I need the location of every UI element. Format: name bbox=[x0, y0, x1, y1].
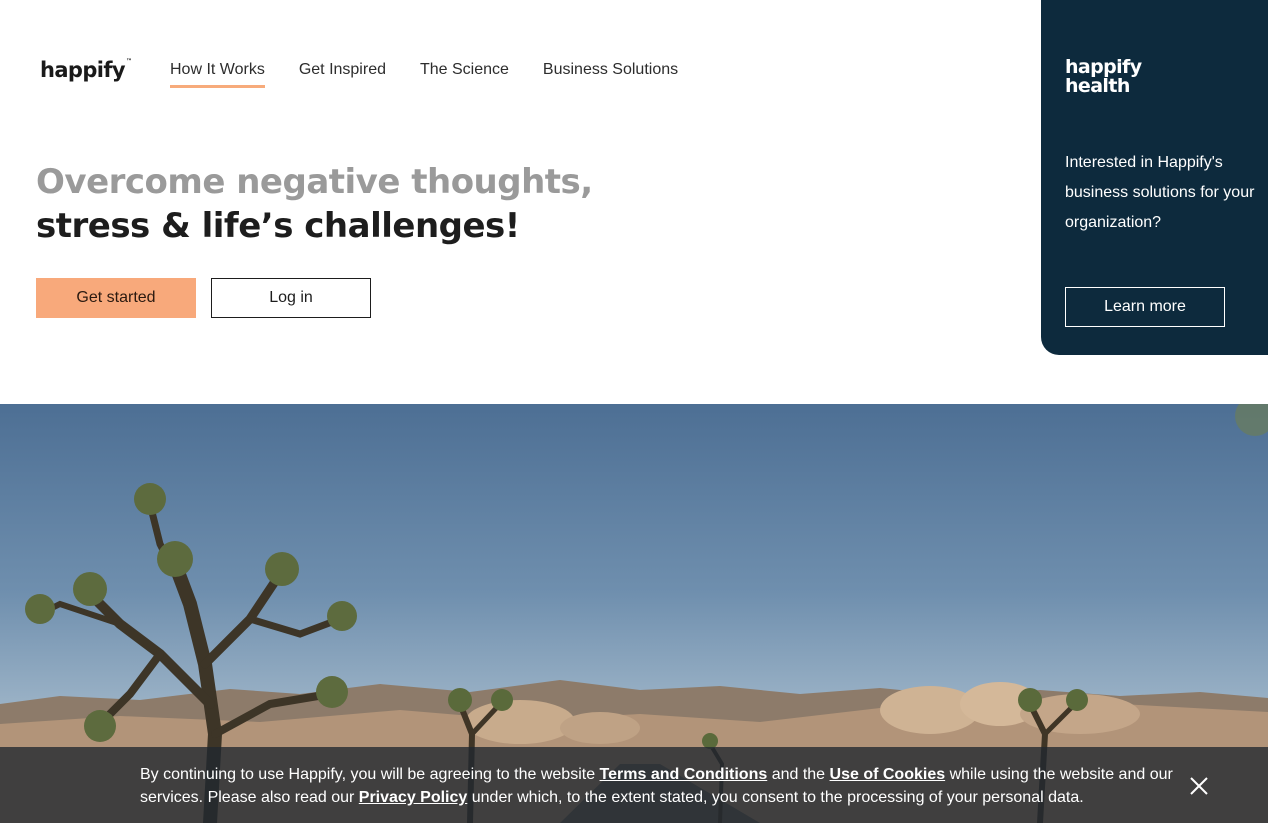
logo-text: happify bbox=[40, 58, 126, 82]
nav-get-inspired[interactable]: Get Inspired bbox=[299, 61, 386, 88]
nav-the-science[interactable]: The Science bbox=[420, 61, 509, 88]
close-icon[interactable] bbox=[1188, 775, 1210, 797]
terms-and-conditions-link[interactable]: Terms and Conditions bbox=[600, 766, 768, 783]
happify-logo[interactable]: happify™ bbox=[40, 58, 132, 82]
hero-title-line2: stress & life’s challenges! bbox=[36, 206, 520, 246]
learn-more-button[interactable]: Learn more bbox=[1065, 287, 1225, 327]
happify-health-logo[interactable]: happify health bbox=[1065, 58, 1142, 96]
business-panel: happify health Interested in Happify's b… bbox=[1041, 0, 1268, 355]
nav-how-it-works[interactable]: How It Works bbox=[170, 61, 265, 88]
get-started-button[interactable]: Get started bbox=[36, 278, 196, 318]
hero-title-line1: Overcome negative thoughts, bbox=[36, 162, 593, 202]
hero-title: Overcome negative thoughts, stress & lif… bbox=[36, 160, 593, 248]
use-of-cookies-link[interactable]: Use of Cookies bbox=[830, 766, 946, 783]
nav-business-solutions[interactable]: Business Solutions bbox=[543, 61, 678, 88]
cookie-banner-text: By continuing to use Happify, you will b… bbox=[140, 766, 1173, 806]
log-in-button[interactable]: Log in bbox=[211, 278, 371, 318]
business-panel-text: Interested in Happify's business solutio… bbox=[1065, 154, 1255, 231]
cookie-banner: By continuing to use Happify, you will b… bbox=[0, 747, 1268, 823]
privacy-policy-link[interactable]: Privacy Policy bbox=[359, 789, 468, 806]
panel-logo-line2: health bbox=[1065, 75, 1130, 97]
main-nav: How It Works Get Inspired The Science Bu… bbox=[170, 61, 678, 88]
